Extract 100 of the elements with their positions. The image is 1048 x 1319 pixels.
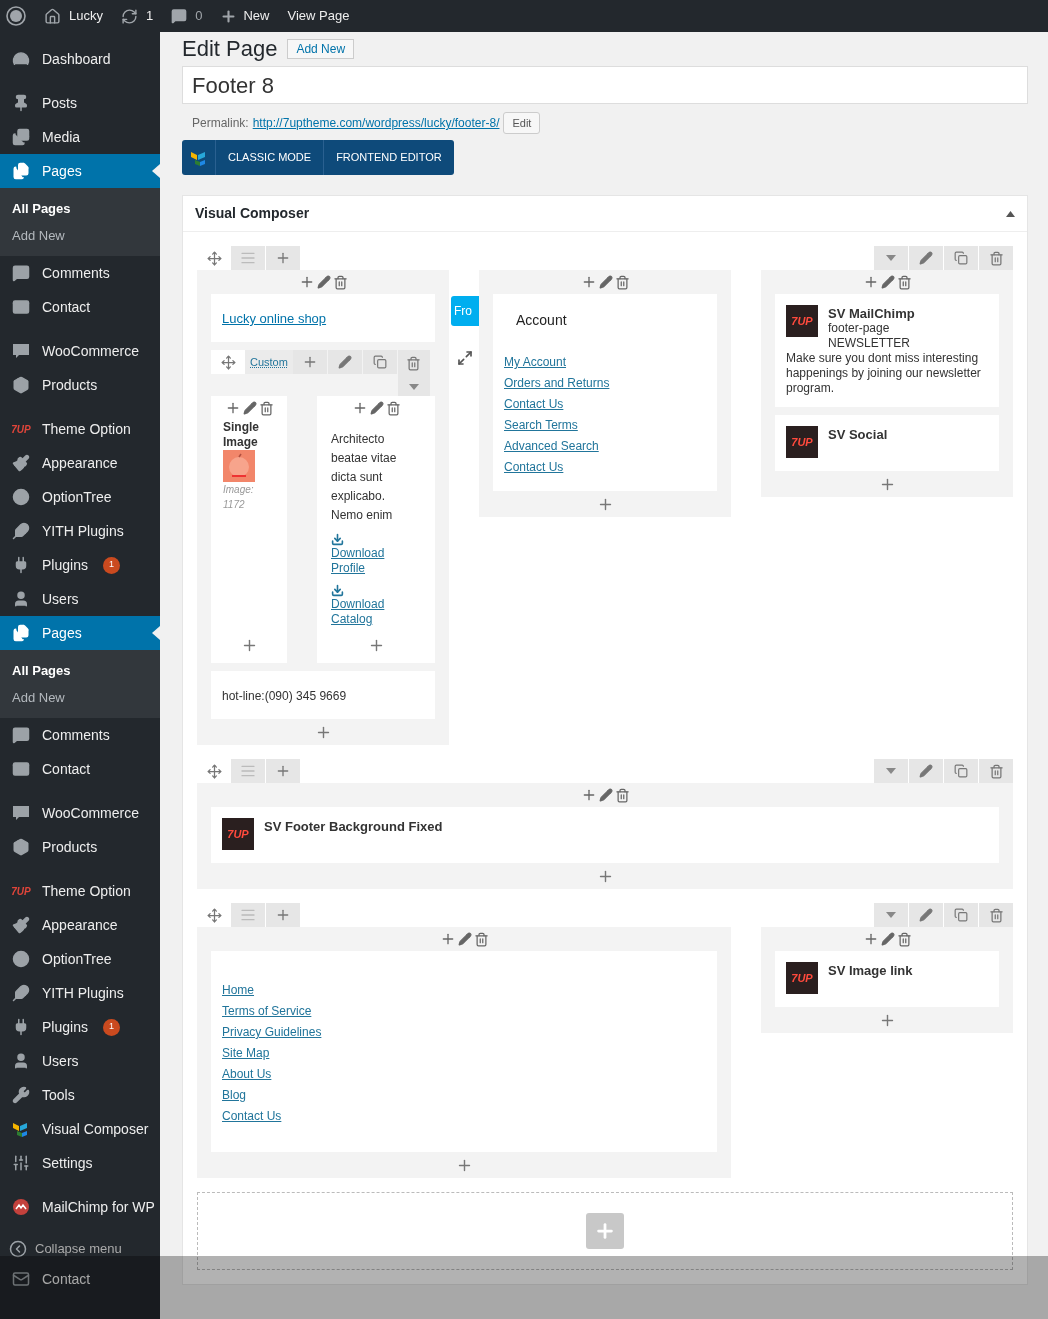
edit-icon[interactable] — [316, 275, 331, 289]
sidebar-item[interactable]: 7UP Theme Option — [0, 412, 160, 446]
menu-link[interactable]: Privacy Guidelines — [222, 1025, 322, 1039]
delete-icon[interactable] — [332, 274, 348, 290]
wordpress-logo-icon[interactable] — [6, 6, 26, 26]
menu-link[interactable]: About Us — [222, 1067, 272, 1081]
new-link[interactable]: New — [220, 6, 270, 26]
sidebar-item[interactable]: Contact — [0, 1264, 160, 1294]
download-link[interactable]: Download Catalog — [331, 597, 397, 627]
toggle-row-button[interactable] — [874, 246, 908, 270]
submenu-item[interactable]: All Pages — [0, 195, 160, 222]
menu-link[interactable]: Blog — [222, 1088, 247, 1102]
add-column-button[interactable] — [292, 350, 327, 374]
add-column-button[interactable] — [266, 903, 300, 927]
add-column-button[interactable] — [266, 246, 300, 270]
sidebar-item[interactable]: WooCommerce — [0, 796, 160, 830]
sidebar-item[interactable]: Users — [0, 1044, 160, 1078]
delete-row-button[interactable] — [397, 350, 430, 396]
menu-link[interactable]: Home — [222, 983, 254, 997]
submenu-item[interactable]: Add New — [0, 684, 160, 711]
edit-icon[interactable] — [242, 401, 257, 415]
clone-row-button[interactable] — [944, 903, 978, 927]
sidebar-item[interactable]: Contact — [0, 290, 160, 324]
sidebar-item[interactable]: Products — [0, 830, 160, 864]
edit-row-button[interactable] — [327, 350, 362, 374]
sidebar-item[interactable]: YITH Plugins — [0, 976, 160, 1010]
sidebar-item[interactable]: Products — [0, 368, 160, 402]
menu-link[interactable]: Site Map — [222, 1046, 270, 1060]
sidebar-item[interactable]: Contact — [0, 752, 160, 786]
edit-icon[interactable] — [880, 932, 895, 946]
menu-link[interactable]: Contact Us — [222, 1109, 282, 1123]
menu-link[interactable]: Orders and Returns — [504, 376, 610, 390]
sidebar-item[interactable]: OptionTree — [0, 480, 160, 514]
updates-link[interactable]: 1 — [120, 6, 154, 26]
sidebar-item[interactable]: Tools — [0, 1078, 160, 1112]
sidebar-item[interactable]: 7UP Theme Option — [0, 874, 160, 908]
clone-row-button[interactable] — [944, 246, 978, 270]
sidebar-item[interactable]: Pages — [0, 154, 160, 188]
delete-icon[interactable] — [896, 931, 912, 947]
edit-permalink-button[interactable]: Edit — [503, 112, 541, 134]
menu-link[interactable]: Terms of Service — [222, 1004, 312, 1018]
sidebar-item[interactable]: Posts — [0, 86, 160, 120]
comments-link[interactable]: 0 — [171, 6, 203, 26]
sidebar-item[interactable]: Media — [0, 120, 160, 154]
delete-row-button[interactable] — [979, 246, 1013, 270]
toggle-row-button[interactable] — [874, 759, 908, 783]
sidebar-item[interactable]: Users — [0, 582, 160, 616]
menu-link[interactable]: Advanced Search — [504, 439, 599, 453]
text-link[interactable]: Lucky online shop — [222, 311, 327, 326]
delete-icon[interactable] — [385, 400, 401, 416]
delete-icon[interactable] — [473, 931, 489, 947]
sidebar-item[interactable]: YITH Plugins — [0, 514, 160, 548]
sidebar-item[interactable]: Dashboard — [0, 42, 160, 76]
editor-mode-button[interactable]: CLASSIC MODE — [216, 140, 325, 175]
delete-icon[interactable] — [614, 274, 630, 290]
menu-link[interactable]: Contact Us — [504, 460, 564, 474]
sidebar-item[interactable]: Comments — [0, 718, 160, 752]
delete-icon[interactable] — [896, 274, 912, 290]
sidebar-item[interactable]: WooCommerce — [0, 334, 160, 368]
sidebar-item[interactable]: Comments — [0, 256, 160, 290]
menu-link[interactable]: Search Terms — [504, 418, 578, 432]
editor-mode-button[interactable]: FRONTEND EDITOR — [324, 140, 454, 175]
collapse-arrow-icon[interactable] — [1006, 210, 1015, 217]
edit-icon[interactable] — [369, 401, 384, 415]
sidebar-item[interactable]: Plugins 1 — [0, 548, 160, 582]
sidebar-item[interactable]: Visual Composer — [0, 1112, 160, 1146]
delete-icon[interactable] — [614, 787, 630, 803]
move-handle[interactable] — [211, 350, 245, 374]
view-page-link[interactable]: View Page — [287, 6, 350, 26]
submenu-item[interactable]: All Pages — [0, 657, 160, 684]
row-label-link[interactable]: Custom — [245, 350, 293, 374]
sidebar-item[interactable]: Appearance — [0, 446, 160, 480]
delete-icon[interactable] — [258, 400, 274, 416]
edit-row-button[interactable] — [909, 903, 943, 927]
collapse-menu-button[interactable]: Collapse menu — [0, 1234, 160, 1264]
clone-row-button[interactable] — [944, 759, 978, 783]
download-link[interactable]: Download Profile — [331, 546, 397, 576]
title-field[interactable]: Footer 8 — [182, 66, 1028, 104]
add-column-button[interactable] — [266, 759, 300, 783]
edit-icon[interactable] — [880, 275, 895, 289]
sidebar-item[interactable]: OptionTree — [0, 942, 160, 976]
submenu-item[interactable]: Add New — [0, 222, 160, 249]
edit-icon[interactable] — [598, 788, 613, 802]
edit-row-button[interactable] — [909, 759, 943, 783]
add-new-button[interactable]: Add New — [287, 39, 355, 59]
toggle-row-button[interactable] — [874, 903, 908, 927]
sidebar-item[interactable]: Plugins 1 — [0, 1010, 160, 1044]
sidebar-item[interactable]: Settings — [0, 1146, 160, 1180]
sidebar-item[interactable]: MailChimp for WP — [0, 1190, 160, 1224]
edit-icon[interactable] — [457, 932, 472, 946]
edit-icon[interactable] — [598, 275, 613, 289]
sidebar-item[interactable]: Appearance — [0, 908, 160, 942]
edit-row-button[interactable] — [909, 246, 943, 270]
delete-row-button[interactable] — [979, 903, 1013, 927]
delete-row-button[interactable] — [979, 759, 1013, 783]
permalink-link[interactable]: http://7uptheme.com/wordpress/lucky/footer-8/ — [252, 114, 500, 132]
menu-link[interactable]: Contact Us — [504, 397, 564, 411]
expand-icon[interactable] — [457, 350, 473, 366]
menu-link[interactable]: My Account — [504, 355, 567, 369]
sidebar-item[interactable]: Pages — [0, 616, 160, 650]
